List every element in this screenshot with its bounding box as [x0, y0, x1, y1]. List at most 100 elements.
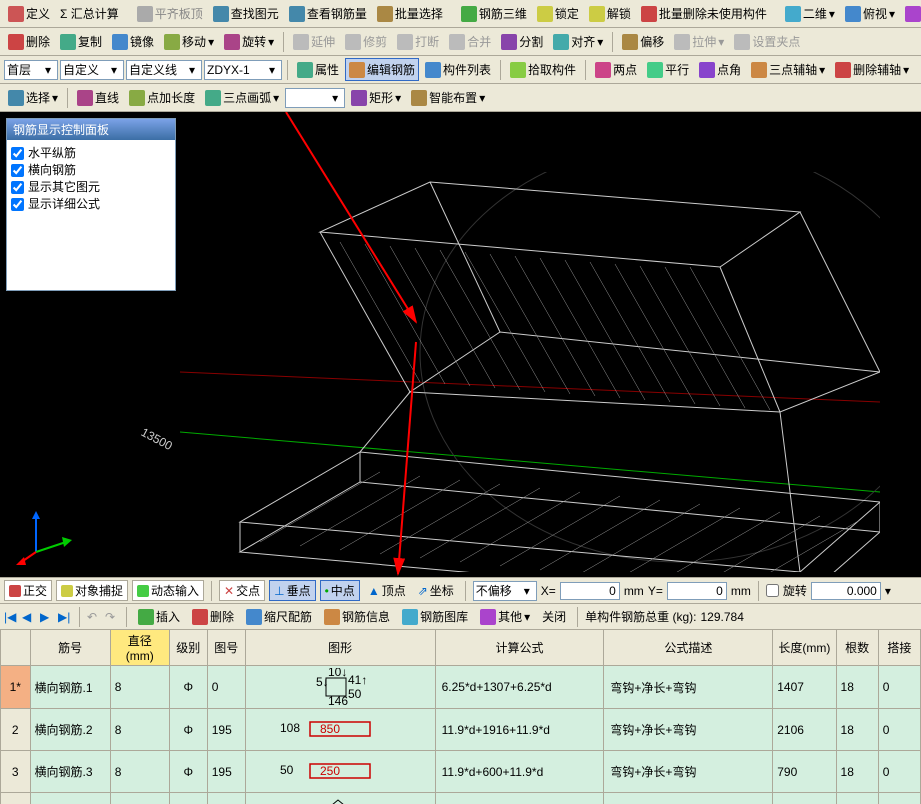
nav-rebarinfo[interactable]: 钢筋信息 [320, 605, 394, 628]
cell-level[interactable]: Φ [169, 709, 207, 751]
rebar-grid[interactable]: 筋号 直径(mm) 级别 图号 图形 计算公式 公式描述 长度(mm) 根数 搭… [0, 629, 921, 804]
editrebar-btn[interactable]: 编辑钢筋 [345, 58, 419, 81]
cell-shapeno[interactable]: 195 [207, 751, 245, 793]
th-diameter[interactable]: 直径(mm) [110, 630, 169, 666]
extend-btn[interactable]: 延伸 [289, 30, 339, 53]
cell-formula[interactable]: 11.9*d+1916+11.9*d [435, 709, 604, 751]
nav-undo[interactable]: ↶ [87, 610, 101, 624]
unlock-btn[interactable]: 解锁 [585, 2, 635, 25]
batchsel-btn[interactable]: 批量选择 [373, 2, 447, 25]
parallel-btn[interactable]: 平行 [643, 58, 693, 81]
cell-len[interactable]: 2106 [773, 709, 836, 751]
cell-desc[interactable]: 弯钩+净长+弯钩 [604, 751, 773, 793]
dyninput-toggle[interactable]: 动态输入 [132, 580, 204, 601]
del-btn[interactable]: 删除 [4, 30, 54, 53]
x-input[interactable] [560, 582, 620, 600]
offset-btn[interactable]: 偏移 [618, 30, 668, 53]
nav-scalerebar[interactable]: 缩尺配筋 [242, 605, 316, 628]
split-btn[interactable]: 分割 [497, 30, 547, 53]
intersect-toggle[interactable]: ✕交点 [219, 580, 265, 601]
th-length[interactable]: 长度(mm) [773, 630, 836, 666]
cell-desc[interactable]: 弯钩+净长+弯钩 [604, 666, 773, 709]
cell-spl[interactable]: 0 [878, 666, 920, 709]
th-count[interactable]: 根数 [836, 630, 878, 666]
cell-formula[interactable]: 6.25*d+1307+6.25*d [435, 666, 604, 709]
setpivot-btn[interactable]: 设置夹点 [730, 30, 804, 53]
nav-prev[interactable]: ◀ [22, 610, 36, 624]
elemlist-btn[interactable]: 构件列表 [421, 58, 495, 81]
rot-drop[interactable]: ▾ [885, 584, 891, 598]
mid-toggle[interactable]: •中点 [320, 580, 360, 601]
row-num[interactable]: 1* [1, 666, 31, 709]
nav-redo[interactable]: ↷ [105, 610, 119, 624]
cell-cnt[interactable]: 18 [836, 751, 878, 793]
rotate-btn[interactable]: 旋转 ▾ [220, 30, 278, 53]
rect-btn[interactable]: 矩形 ▾ [347, 86, 405, 109]
nav-close[interactable]: 关闭 [538, 605, 570, 628]
offset-mode-drop[interactable]: 不偏移▾ [473, 581, 537, 601]
batchdel-btn[interactable]: 批量删除未使用构件 [637, 2, 771, 25]
cell-shape[interactable]: 108850 [245, 709, 435, 751]
style-drop[interactable]: ▾ [285, 88, 345, 108]
cell-level[interactable]: Φ [169, 666, 207, 709]
merge-btn[interactable]: 合并 [445, 30, 495, 53]
ortho-toggle[interactable]: 正交 [4, 580, 52, 601]
nav-first[interactable]: |◀ [4, 610, 18, 624]
table-row[interactable]: 3横向钢筋.38Φ1955025011.9*d+600+11.9*d弯钩+净长+… [1, 751, 921, 793]
cell-shape[interactable]: 10↓5↓41↑50146 [245, 666, 435, 709]
twopt-btn[interactable]: 两点 [591, 58, 641, 81]
cell-spl[interactable]: 0 [878, 751, 920, 793]
th-formuladesc[interactable]: 公式描述 [604, 630, 773, 666]
select-btn[interactable]: 选择 ▾ [4, 86, 62, 109]
cell-level[interactable]: Φ [169, 751, 207, 793]
row-num[interactable]: 2 [1, 709, 31, 751]
copy-btn[interactable]: 复制 [56, 30, 106, 53]
lock-btn[interactable]: 锁定 [533, 2, 583, 25]
cell-cnt[interactable]: 18 [836, 666, 878, 709]
th-shapeno[interactable]: 图号 [207, 630, 245, 666]
th-id[interactable]: 筋号 [30, 630, 110, 666]
panel-item-2[interactable]: 显示其它图元 [11, 178, 171, 195]
cell-shapeno[interactable]: 0 [207, 666, 245, 709]
cell-formula[interactable]: 11.9*d+600+11.9*d [435, 751, 604, 793]
delaux-btn[interactable]: 删除辅轴 ▾ [831, 58, 913, 81]
break-btn[interactable]: 打断 [393, 30, 443, 53]
perp-toggle[interactable]: ⊥垂点 [269, 580, 315, 601]
table-row[interactable]: 1*横向钢筋.18Φ010↓5↓41↑501466.25*d+1307+6.25… [1, 666, 921, 709]
rebar3d-btn[interactable]: 钢筋三维 [457, 2, 531, 25]
dyn-btn[interactable]: 动态 [901, 2, 921, 25]
th-formula[interactable]: 计算公式 [435, 630, 604, 666]
vertex-toggle[interactable]: ▲顶点 [364, 579, 410, 602]
twotri-btn[interactable]: 二维 ▾ [781, 2, 839, 25]
panel-check-0[interactable] [11, 147, 24, 160]
flatview-btn[interactable]: 平齐板顶 [133, 2, 207, 25]
nav-insert[interactable]: 插入 [134, 605, 184, 628]
table-row[interactable] [1, 793, 921, 804]
threeaux-btn[interactable]: 三点辅轴 ▾ [747, 58, 829, 81]
summary-btn[interactable]: Σ 汇总计算 [56, 2, 123, 25]
rot-check[interactable] [766, 584, 779, 597]
cell-shapeno[interactable]: 195 [207, 709, 245, 751]
zdyx-drop[interactable]: ZDYX-1▾ [204, 60, 282, 80]
th-rownum[interactable] [1, 630, 31, 666]
nav-next[interactable]: ▶ [40, 610, 54, 624]
panel-item-0[interactable]: 水平纵筋 [11, 144, 171, 161]
arc3-btn[interactable]: 三点画弧 ▾ [201, 86, 283, 109]
cell-spl[interactable]: 0 [878, 709, 920, 751]
table-row[interactable]: 2横向钢筋.28Φ19510885011.9*d+1916+11.9*d弯钩+净… [1, 709, 921, 751]
cell-len[interactable]: 1407 [773, 666, 836, 709]
cell-len[interactable]: 790 [773, 751, 836, 793]
cell-dia[interactable]: 8 [110, 709, 169, 751]
move-btn[interactable]: 移动 ▾ [160, 30, 218, 53]
smartlay-btn[interactable]: 智能布置 ▾ [407, 86, 489, 109]
props-btn[interactable]: 属性 [293, 58, 343, 81]
cell-cnt[interactable]: 18 [836, 709, 878, 751]
cell-dia[interactable]: 8 [110, 666, 169, 709]
rot-input[interactable] [811, 582, 881, 600]
cell-id[interactable]: 横向钢筋.3 [30, 751, 110, 793]
cell-id[interactable]: 横向钢筋.2 [30, 709, 110, 751]
cell-shape[interactable]: 50250 [245, 751, 435, 793]
line-btn[interactable]: 直线 [73, 86, 123, 109]
panel-check-1[interactable] [11, 164, 24, 177]
panel-item-1[interactable]: 横向钢筋 [11, 161, 171, 178]
